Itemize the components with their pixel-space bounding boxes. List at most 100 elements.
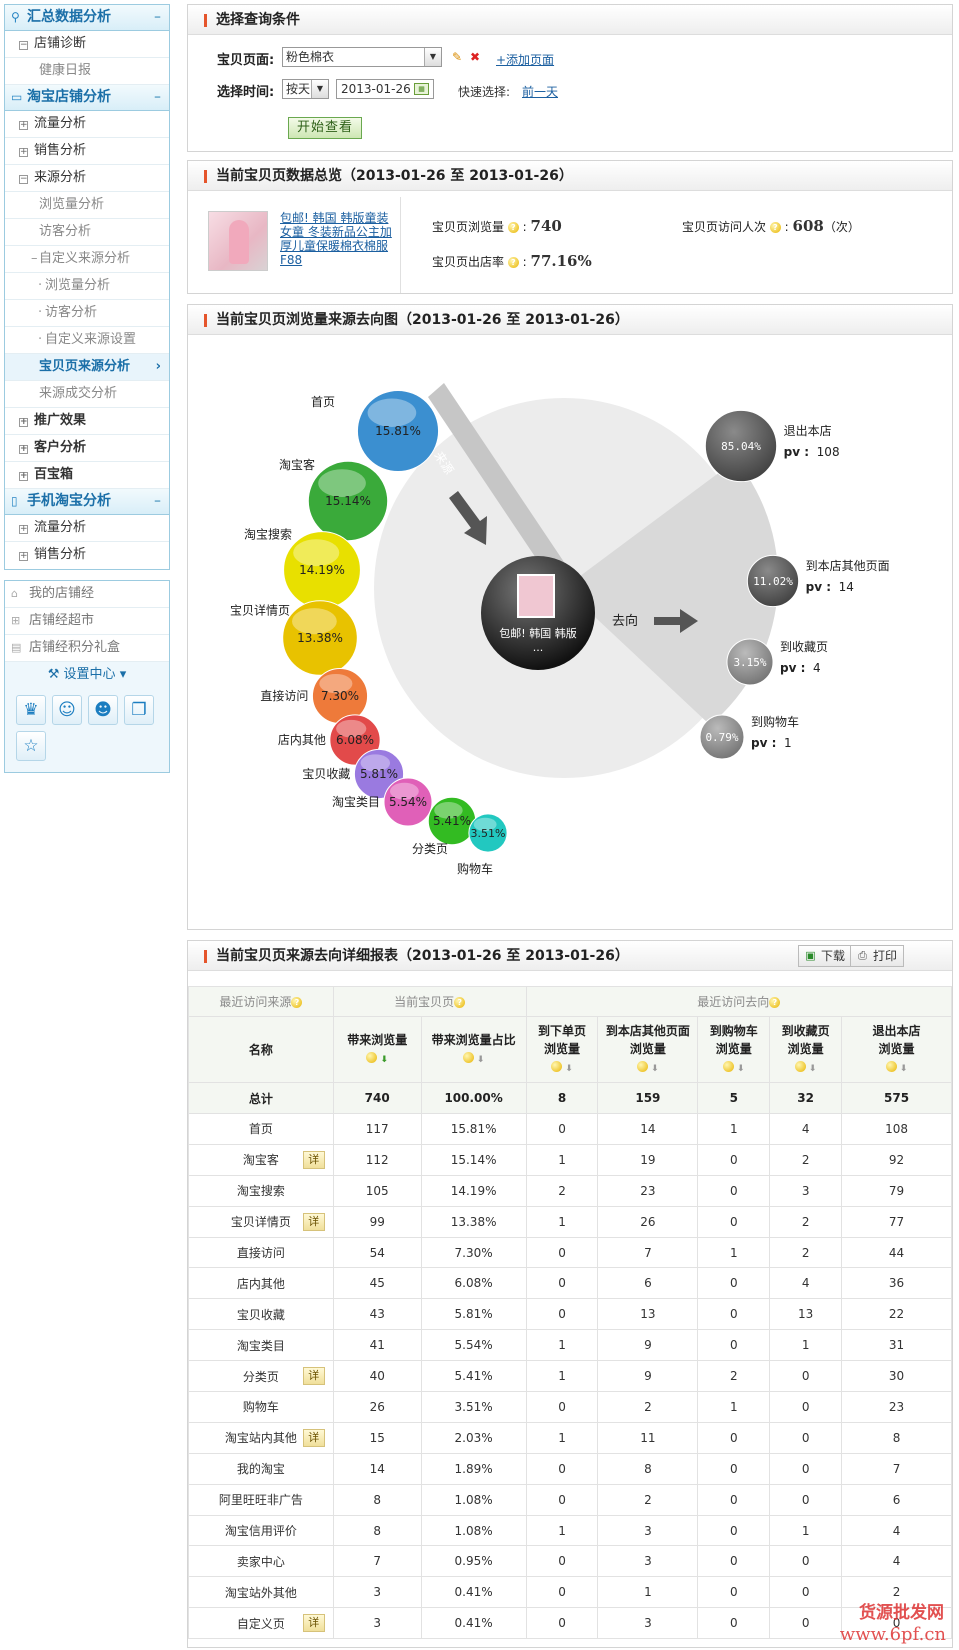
nav-head-summary[interactable]: ⚲ 汇总数据分析 –	[5, 5, 169, 31]
link-my-store-guide[interactable]: ⌂ 我的店铺经	[5, 581, 169, 608]
col-header[interactable]: 带来浏览量占比 ⬇	[420, 1016, 527, 1083]
star-icon[interactable]: ☆	[16, 731, 46, 761]
detail-button[interactable]: 详	[302, 1428, 325, 1447]
sort-icons[interactable]: ⬇	[527, 1060, 598, 1078]
product-thumbnail[interactable]	[208, 211, 268, 271]
collapse-icon[interactable]: –	[154, 489, 161, 513]
print-button[interactable]: ⎙ 打印	[850, 945, 905, 967]
help-icon[interactable]	[462, 1051, 474, 1063]
row-cell: 4	[769, 1267, 843, 1300]
copy-window-icon[interactable]: ❐	[124, 695, 154, 725]
nav-item-toolbox[interactable]: + 百宝箱	[5, 462, 169, 489]
nav-sub-custom-settings[interactable]: 自定义来源设置	[5, 327, 169, 354]
link-guide-market[interactable]: ⊞ 店铺经超市	[5, 608, 169, 635]
help-icon[interactable]: ?	[769, 997, 781, 1008]
nav-item-promotion[interactable]: + 推广效果	[5, 408, 169, 435]
nav-head-mobile[interactable]: ▯ 手机淘宝分析 –	[5, 489, 169, 515]
nav-sub-custom-visitor[interactable]: 访客分析	[5, 300, 169, 327]
source-name: 淘宝类目	[332, 795, 380, 809]
sort-down-icon[interactable]: ⬇	[648, 1064, 659, 1074]
nav-item-sales[interactable]: + 销售分析	[5, 138, 169, 165]
date-input[interactable]: 2013-01-26 ▦	[336, 79, 434, 99]
help-icon[interactable]	[722, 1060, 734, 1072]
chef-hat-icon[interactable]: ♛	[16, 695, 46, 725]
detail-button[interactable]: 详	[302, 1212, 325, 1231]
link-points-gift[interactable]: ▤ 店铺经积分礼盒	[5, 635, 169, 662]
help-icon[interactable]: ?	[291, 997, 303, 1008]
sort-icons[interactable]: ⬇	[698, 1060, 769, 1078]
help-icon[interactable]	[637, 1060, 649, 1072]
sort-icons[interactable]: ⬇	[422, 1051, 526, 1069]
nav-head-taobao-store[interactable]: ▭ 淘宝店铺分析 –	[5, 85, 169, 111]
sort-icons[interactable]: ⬇	[770, 1060, 841, 1078]
help-icon[interactable]	[366, 1051, 378, 1063]
help-icon[interactable]	[885, 1060, 897, 1072]
nav-item-source[interactable]: − 来源分析	[5, 165, 169, 192]
sort-down-icon[interactable]: ⬇	[377, 1055, 388, 1065]
prev-day-link[interactable]: 前一天	[522, 83, 558, 100]
sort-down-icon[interactable]: ⬇	[806, 1064, 817, 1074]
nav-item-store-diagnosis[interactable]: − 店铺诊断	[5, 31, 169, 58]
add-page-link[interactable]: +添加页面	[496, 51, 554, 68]
row-cell: 0	[697, 1267, 771, 1300]
row-cell: 1	[697, 1113, 771, 1145]
sort-icons[interactable]: ⬇	[842, 1060, 951, 1078]
user-remove-icon[interactable]: ☺	[52, 695, 82, 725]
row-cell: 8	[332, 1514, 422, 1547]
row-name: 直接访问	[188, 1236, 334, 1269]
sort-down-icon[interactable]: ⬇	[734, 1064, 745, 1074]
user-add-icon[interactable]: ☻	[88, 695, 118, 725]
nav-sub-custom-pv[interactable]: 浏览量分析	[5, 273, 169, 300]
help-icon[interactable]: ?	[507, 222, 519, 233]
start-view-button[interactable]: 开始查看	[288, 117, 362, 139]
collapse-icon[interactable]: –	[154, 85, 161, 109]
download-button[interactable]: ▣ 下载	[798, 945, 853, 967]
nav-item-mobile-traffic[interactable]: + 流量分析	[5, 515, 169, 542]
nav-sub-pv-analysis[interactable]: 浏览量分析	[5, 192, 169, 219]
help-icon[interactable]	[794, 1060, 806, 1072]
col-header[interactable]: 到收藏页 浏览量 ⬇	[769, 1016, 843, 1083]
row-cell: 22	[841, 1298, 952, 1331]
detail-button[interactable]: 详	[302, 1150, 325, 1169]
nav-sub-item-page-source[interactable]: 宝贝页来源分析 ›	[5, 354, 169, 381]
sort-down-icon[interactable]: ⬇	[474, 1055, 485, 1065]
dest-pv-value: 1	[784, 736, 792, 750]
nav-sub-custom-source[interactable]: 自定义来源分析	[5, 246, 169, 273]
detail-button[interactable]: 详	[302, 1367, 325, 1386]
col-header[interactable]: 退出本店 浏览量 ⬇	[841, 1016, 952, 1083]
nav-sub-source-deal[interactable]: 来源成交分析	[5, 381, 169, 408]
row-cell: 45	[332, 1267, 422, 1300]
sort-icons[interactable]: ⬇	[334, 1051, 421, 1069]
delete-icon[interactable]: ✖	[470, 50, 480, 64]
settings-center-dropdown[interactable]: ⚒ 设置中心 ▾	[5, 662, 169, 688]
row-cell: 23	[597, 1174, 699, 1207]
col-header[interactable]: 到购物车 浏览量 ⬇	[697, 1016, 771, 1083]
nav-item-traffic[interactable]: + 流量分析	[5, 111, 169, 138]
edit-icon[interactable]: ✎	[452, 50, 462, 64]
row-cell: 0	[697, 1576, 771, 1609]
detail-button[interactable]: 详	[302, 1614, 325, 1633]
nav-item-customer[interactable]: + 客户分析	[5, 435, 169, 462]
time-unit-select[interactable]: 按天 ▼	[282, 79, 329, 99]
sort-down-icon[interactable]: ⬇	[897, 1064, 908, 1074]
nav-sub-health-daily[interactable]: 健康日报	[5, 58, 169, 85]
dest-name: 到购物车	[751, 714, 799, 729]
collapse-icon[interactable]: –	[154, 5, 161, 29]
calendar-icon[interactable]: ▦	[414, 83, 429, 95]
col-header[interactable]: 到本店其他页面 浏览量 ⬇	[597, 1016, 699, 1083]
help-icon[interactable]: ?	[769, 222, 781, 233]
sort-icons[interactable]: ⬇	[598, 1060, 697, 1078]
col-header[interactable]: 到下单页 浏览量 ⬇	[525, 1016, 599, 1083]
sort-down-icon[interactable]: ⬇	[562, 1064, 573, 1074]
help-icon[interactable]: ?	[454, 997, 466, 1008]
row-cell: 0	[525, 1576, 599, 1609]
col-header[interactable]: 带来浏览量 ⬇	[332, 1016, 422, 1083]
page-select[interactable]: 粉色棉衣 ▼	[282, 47, 442, 67]
product-title-link[interactable]: 包邮! 韩国 韩版童装 女童 冬装新品公主加厚儿童保暖棉衣棉服 F88	[280, 211, 395, 267]
nav-item-mobile-sales[interactable]: + 销售分析	[5, 542, 169, 569]
help-icon[interactable]	[551, 1060, 563, 1072]
nav-sub-visitor-analysis[interactable]: 访客分析	[5, 219, 169, 246]
dest-pv-value: 4	[813, 661, 821, 675]
dest-word: 去向	[612, 613, 638, 629]
help-icon[interactable]: ?	[507, 257, 519, 268]
